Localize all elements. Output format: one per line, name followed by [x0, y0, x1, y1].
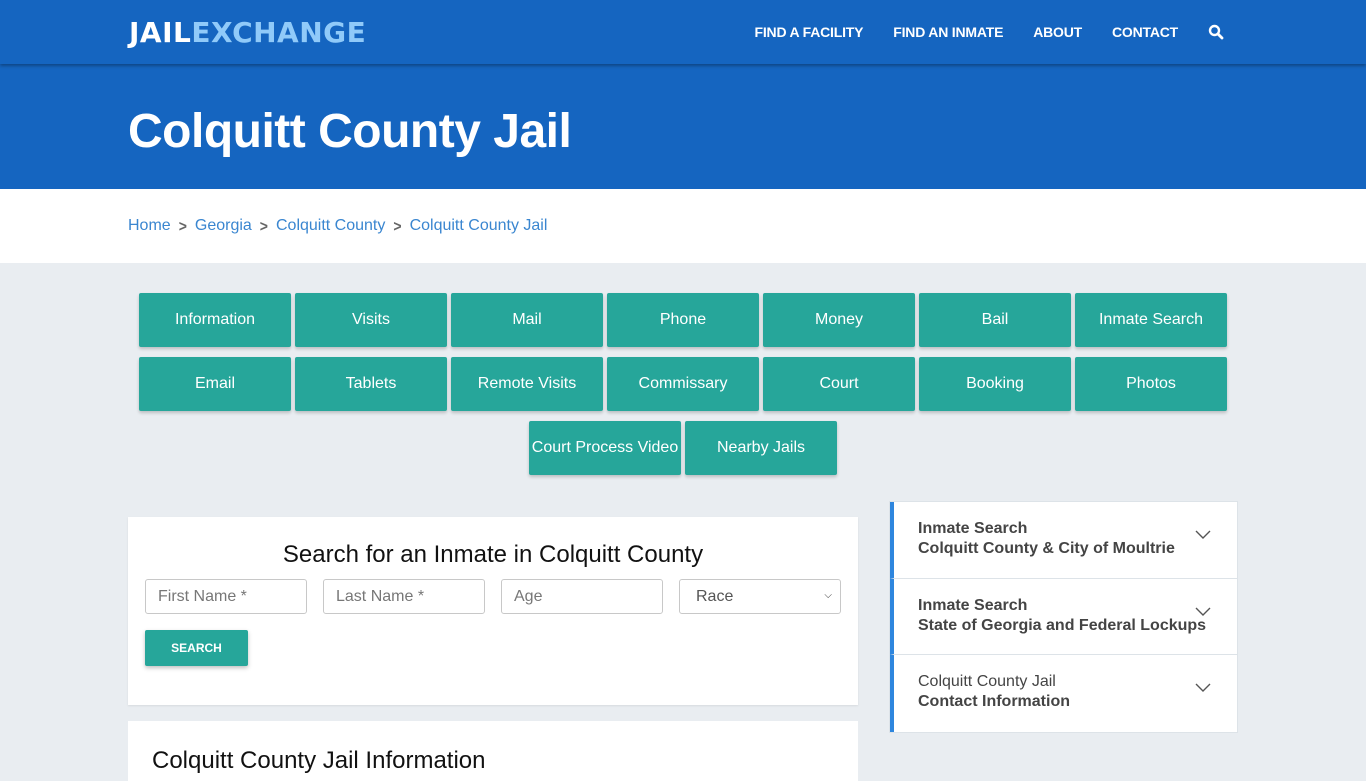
race-select-value: Race	[696, 587, 734, 605]
tile-nearby-jails[interactable]: Nearby Jails	[685, 421, 837, 475]
top-navbar: JAILEXCHANGE FIND A FACILITY FIND AN INM…	[0, 0, 1366, 64]
accordion-item-contact-info[interactable]: Colquitt County Jail Contact Information	[890, 655, 1237, 732]
chevron-right-icon: >	[259, 217, 268, 235]
logo-exchange: EXCHANGE	[191, 16, 367, 49]
site-logo[interactable]: JAILEXCHANGE	[129, 16, 366, 49]
breadcrumb-current[interactable]: Colquitt County Jail	[410, 217, 548, 235]
accordion-item-subheading: State of Georgia and Federal Lockups	[918, 616, 1207, 634]
last-name-input[interactable]: Last Name *	[323, 579, 485, 614]
chevron-right-icon: >	[393, 217, 402, 235]
jail-info-title: Colquitt County Jail Information	[152, 747, 486, 774]
accordion-item-subheading: Contact Information	[918, 693, 1070, 710]
breadcrumb: Home > Georgia > Colquitt County > Colqu…	[0, 189, 1366, 263]
search-icon[interactable]	[1208, 24, 1224, 40]
accordion-item-heading: Inmate Search	[918, 596, 1028, 614]
chevron-down-icon	[1195, 683, 1211, 692]
tile-email[interactable]: Email	[139, 357, 291, 411]
accordion-item-subheading: Colquitt County & City of Moultrie	[918, 540, 1175, 557]
chevron-down-icon	[1195, 607, 1211, 616]
race-select[interactable]: Race ⌵	[679, 579, 841, 614]
page-title: Colquitt County Jail	[128, 105, 572, 158]
sidebar-accordion: Inmate Search Colquitt County & City of …	[889, 501, 1238, 733]
search-fields: First Name * Last Name * Age Race ⌵	[128, 579, 858, 614]
accordion-item-heading: Colquitt County Jail	[918, 673, 1056, 690]
breadcrumb-home[interactable]: Home	[128, 217, 171, 235]
nav-find-inmate[interactable]: FIND AN INMATE	[893, 24, 1003, 40]
tile-mail[interactable]: Mail	[451, 293, 603, 347]
tile-booking[interactable]: Booking	[919, 357, 1071, 411]
main-nav: FIND A FACILITY FIND AN INMATE ABOUT CON…	[725, 0, 1224, 64]
tile-commissary[interactable]: Commissary	[607, 357, 759, 411]
breadcrumb-county[interactable]: Colquitt County	[276, 217, 385, 235]
age-input[interactable]: Age	[501, 579, 663, 614]
first-name-input[interactable]: First Name *	[145, 579, 307, 614]
logo-jail: JAIL	[129, 16, 192, 49]
search-button[interactable]: SEARCH	[145, 630, 248, 666]
hero-banner: Colquitt County Jail	[0, 64, 1366, 189]
tile-tablets[interactable]: Tablets	[295, 357, 447, 411]
tile-money[interactable]: Money	[763, 293, 915, 347]
chevron-right-icon: >	[178, 217, 187, 235]
tile-court-process-video[interactable]: Court Process Video	[529, 421, 681, 475]
breadcrumb-state[interactable]: Georgia	[195, 217, 252, 235]
tile-phone[interactable]: Phone	[607, 293, 759, 347]
jail-info-card: Colquitt County Jail Information	[128, 721, 858, 781]
inmate-search-card: Search for an Inmate in Colquitt County …	[128, 517, 858, 705]
nav-contact[interactable]: CONTACT	[1112, 24, 1178, 40]
accordion-item-heading: Inmate Search	[918, 520, 1028, 537]
accordion-item-state-search[interactable]: Inmate Search State of Georgia and Feder…	[890, 578, 1237, 655]
tile-remote-visits[interactable]: Remote Visits	[451, 357, 603, 411]
tile-information[interactable]: Information	[139, 293, 291, 347]
tile-inmate-search[interactable]: Inmate Search	[1075, 293, 1227, 347]
facility-nav-tiles: Information Visits Mail Phone Money Bail…	[137, 293, 1229, 475]
search-card-title: Search for an Inmate in Colquitt County	[282, 541, 704, 568]
tile-bail[interactable]: Bail	[919, 293, 1071, 347]
chevron-down-icon: ⌵	[824, 590, 832, 601]
nav-find-facility[interactable]: FIND A FACILITY	[755, 24, 864, 40]
tile-court[interactable]: Court	[763, 357, 915, 411]
chevron-down-icon	[1195, 530, 1211, 539]
tile-visits[interactable]: Visits	[295, 293, 447, 347]
accordion-item-county-search[interactable]: Inmate Search Colquitt County & City of …	[890, 502, 1237, 579]
tile-photos[interactable]: Photos	[1075, 357, 1227, 411]
nav-about[interactable]: ABOUT	[1033, 24, 1082, 40]
